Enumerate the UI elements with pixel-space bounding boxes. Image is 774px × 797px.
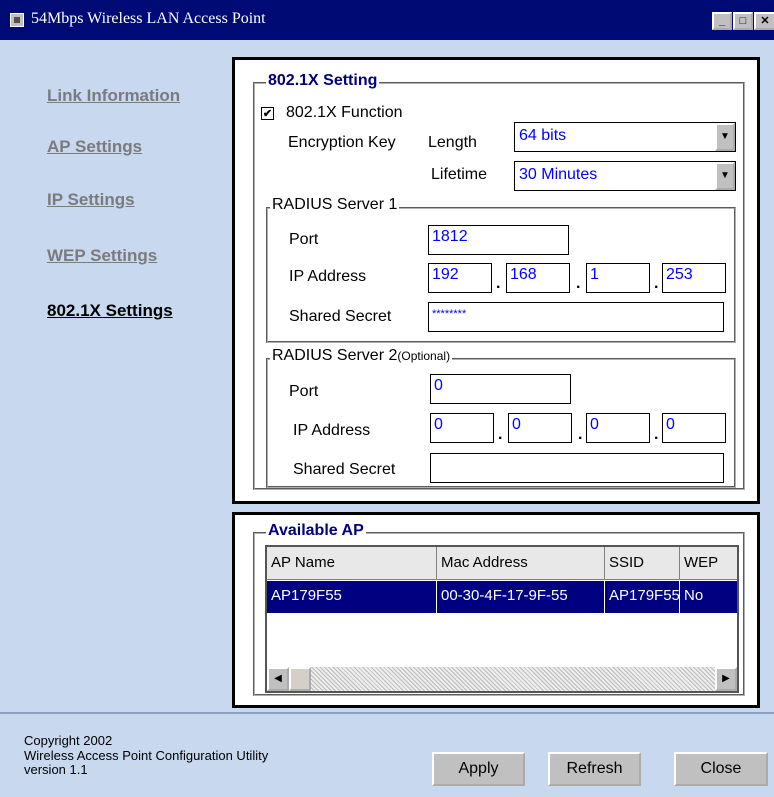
ip-dot: .: [654, 275, 659, 292]
radius2-ip-label: IP Address: [293, 422, 371, 439]
optional-label: (Optional): [397, 349, 451, 363]
radius2-secret-input[interactable]: [430, 453, 724, 483]
column-header-mac-address[interactable]: Mac Address: [437, 547, 605, 580]
8021x-function-label: 802.1X Function: [286, 104, 403, 121]
nav-ip-settings[interactable]: IP Settings: [47, 190, 135, 210]
horizontal-scrollbar[interactable]: ◀ ▶: [267, 667, 737, 691]
ip-dot: .: [578, 426, 583, 443]
radius1-ip-octet-2[interactable]: 168: [506, 263, 570, 293]
chevron-down-icon[interactable]: ▼: [715, 162, 735, 190]
radius1-port-input[interactable]: 1812: [428, 225, 569, 255]
refresh-button[interactable]: Refresh: [548, 752, 641, 786]
nav-wep-settings[interactable]: WEP Settings: [47, 246, 157, 266]
radius2-ip-octet-3[interactable]: 0: [586, 413, 650, 443]
radius1-ip-label: IP Address: [289, 268, 367, 285]
scroll-left-icon[interactable]: ◀: [267, 667, 289, 691]
nav-ap-settings[interactable]: AP Settings: [47, 137, 142, 157]
copyright-text: Copyright 2002: [24, 733, 113, 748]
column-header-wep[interactable]: WEP: [680, 547, 737, 580]
available-ap-title: Available AP: [266, 522, 366, 540]
column-header-ssid[interactable]: SSID: [605, 547, 680, 580]
key-length-select[interactable]: 64 bits ▼: [514, 122, 736, 152]
nav-link-information[interactable]: Link Information: [47, 86, 180, 106]
ip-dot: .: [576, 275, 581, 292]
lifetime-value: 30 Minutes: [519, 166, 598, 183]
radius-server-1-title: RADIUS Server 1: [270, 196, 400, 214]
radius2-port-input[interactable]: 0: [430, 374, 571, 404]
ip-dot: .: [654, 426, 659, 443]
radius1-ip-octet-4[interactable]: 253: [662, 263, 726, 293]
table-cell-ap-name[interactable]: AP179F55: [267, 581, 437, 613]
radius1-ip-octet-1[interactable]: 192: [428, 263, 492, 293]
radius2-secret-label: Shared Secret: [293, 461, 396, 478]
radius1-ip-octet-3[interactable]: 1: [586, 263, 650, 293]
radius2-ip-octet-2[interactable]: 0: [508, 413, 572, 443]
table-cell-mac[interactable]: 00-30-4F-17-9F-55: [437, 581, 605, 613]
ap-table[interactable]: AP Name Mac Address SSID WEP AP179F55 00…: [265, 545, 739, 693]
window-title: 54Mbps Wireless LAN Access Point: [31, 10, 266, 27]
radius-server-2-title: RADIUS Server 2(Optional): [270, 347, 453, 365]
radius2-ip-octet-1[interactable]: 0: [430, 413, 494, 443]
app-icon[interactable]: [10, 13, 24, 27]
radius1-port-label: Port: [289, 231, 319, 248]
8021x-function-checkbox[interactable]: ✔: [261, 107, 274, 120]
maximize-button[interactable]: □: [733, 12, 753, 30]
column-header-ap-name[interactable]: AP Name: [267, 547, 437, 580]
chevron-down-icon[interactable]: ▼: [715, 123, 735, 151]
product-name-text: Wireless Access Point Configuration Util…: [24, 748, 269, 763]
length-label: Length: [428, 134, 477, 151]
radius1-secret-input[interactable]: ********: [428, 302, 724, 332]
table-cell-wep[interactable]: No: [680, 581, 737, 613]
key-length-value: 64 bits: [519, 127, 567, 144]
version-text: version 1.1: [24, 762, 88, 777]
lifetime-label: Lifetime: [431, 166, 488, 183]
encryption-key-label: Encryption Key: [288, 134, 396, 151]
ip-dot: .: [498, 426, 503, 443]
radius2-port-label: Port: [289, 383, 319, 400]
close-button[interactable]: Close: [674, 752, 768, 786]
radius2-ip-octet-4[interactable]: 0: [662, 413, 726, 443]
apply-button[interactable]: Apply: [432, 752, 525, 786]
table-cell-ssid[interactable]: AP179F55: [605, 581, 680, 613]
scroll-right-icon[interactable]: ▶: [715, 667, 737, 691]
lifetime-select[interactable]: 30 Minutes ▼: [514, 161, 736, 191]
8021x-group-title: 802.1X Setting: [266, 72, 380, 90]
minimize-button[interactable]: _: [712, 12, 732, 30]
nav-8021x-settings[interactable]: 802.1X Settings: [47, 301, 173, 321]
radius1-secret-label: Shared Secret: [289, 308, 392, 325]
scroll-thumb[interactable]: [289, 667, 311, 691]
window-close-button[interactable]: ✕: [754, 12, 774, 30]
radius-server-2-title-text: RADIUS Server 2: [272, 347, 398, 364]
ip-dot: .: [496, 275, 501, 292]
